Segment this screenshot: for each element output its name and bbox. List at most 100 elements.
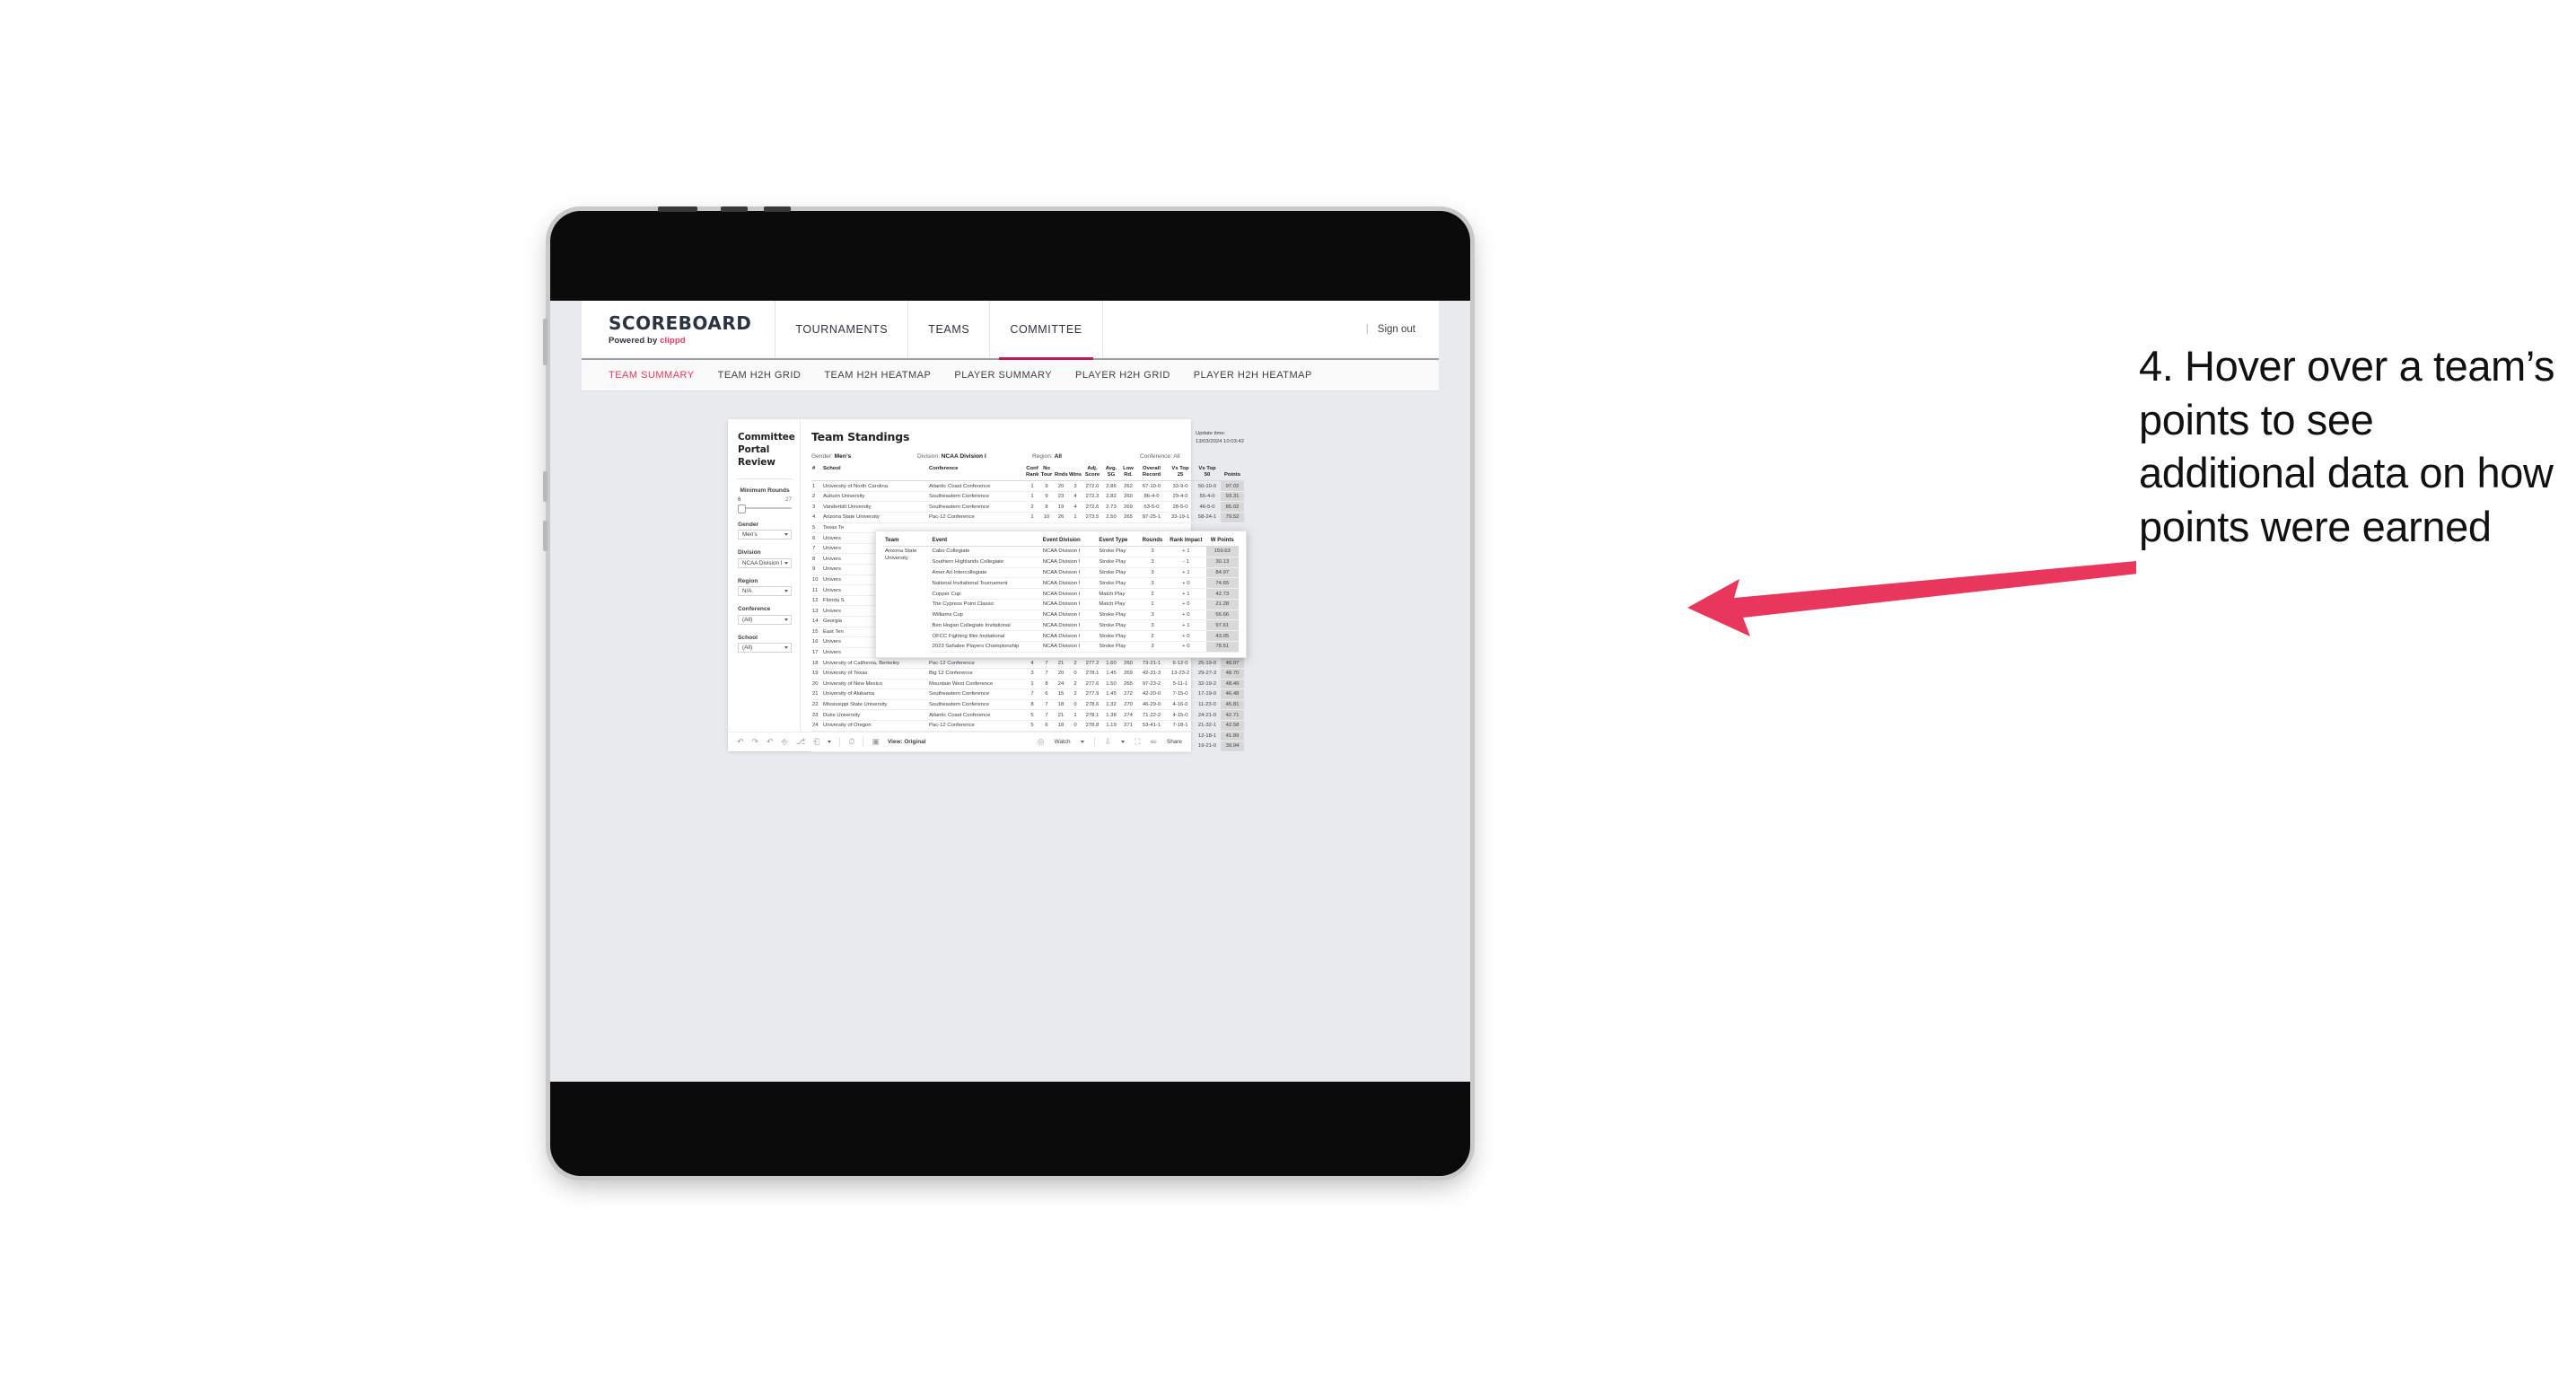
tab-team-h2h-heatmap[interactable]: TEAM H2H HEATMAP	[824, 370, 931, 381]
table-row[interactable]: 1 University of North Carolina Atlantic Co…	[811, 480, 1244, 492]
column-header-wins[interactable]: Wins	[1068, 465, 1082, 482]
filter-division-select[interactable]: NCAA Division I	[738, 557, 792, 568]
column-header-school[interactable]: School	[822, 465, 928, 482]
cell-t50: 46-5-0	[1194, 501, 1221, 513]
fullscreen-icon[interactable]: ⛶	[1135, 738, 1140, 746]
cell-pts[interactable]: 42.58	[1221, 720, 1244, 732]
table-row[interactable]: 19 University of Texas Big 12 Conference 3 7…	[811, 668, 1244, 680]
view-original-icon[interactable]: ▣	[872, 738, 880, 746]
minimum-rounds-slider[interactable]	[738, 504, 792, 513]
column-header-rnds[interactable]: Rnds	[1054, 465, 1068, 482]
chevron-down-icon[interactable]	[828, 741, 832, 743]
table-row[interactable]: 4 Arizona State University Pac-12 Conferen…	[811, 512, 1244, 523]
filter-region-value: N/A	[742, 588, 752, 595]
device-top-button-1	[658, 206, 697, 212]
filter-conference-select[interactable]: (All)	[738, 614, 792, 625]
nav-item-tournaments[interactable]: TOURNAMENTS	[775, 301, 909, 358]
filter-school: School (All)	[738, 635, 792, 654]
tooltip-cell-impact: + 0	[1166, 641, 1206, 653]
column-header-no-tour[interactable]: No Tour	[1039, 465, 1054, 482]
table-row[interactable]: 24 University of Oregon Pac-12 Conference 5…	[811, 720, 1244, 732]
tooltip-cell-type: Stroke Play	[1097, 577, 1139, 590]
watch-label[interactable]: Watch	[1055, 739, 1071, 745]
redo-icon[interactable]: ↷	[752, 738, 759, 746]
brand-logo[interactable]: SCOREBOARD Powered by clippd	[582, 301, 776, 358]
undo-icon[interactable]: ↶	[737, 738, 744, 746]
cell-pts[interactable]: 39.94	[1221, 741, 1244, 752]
sign-out-link[interactable]: Sign out	[1378, 324, 1415, 335]
column-header-adj-score[interactable]: Adj. Score	[1082, 465, 1102, 482]
table-row[interactable]: 20 University of New Mexico Mountain West …	[811, 679, 1244, 690]
cell-pts[interactable]: 85.02	[1221, 501, 1244, 513]
column-header-low-rd[interactable]: Low Rd.	[1120, 465, 1136, 482]
tab-player-h2h-heatmap[interactable]: PLAYER H2H HEATMAP	[1194, 370, 1312, 381]
minimum-rounds-values: 6 27	[738, 496, 792, 503]
sign-out-area[interactable]: | Sign out	[1343, 301, 1439, 358]
tooltip-cell-event: Southern Highlands Collegiate	[930, 557, 1041, 568]
tab-player-h2h-grid[interactable]: PLAYER H2H GRID	[1075, 370, 1170, 381]
table-row[interactable]: 21 University of Alabama Southeastern Conf…	[811, 689, 1244, 700]
table-row[interactable]: 3 Vanderbilt University Southeastern Confe…	[811, 501, 1244, 513]
nav-item-teams[interactable]: TEAMS	[908, 301, 991, 358]
cell-pts[interactable]: 48.70	[1221, 668, 1244, 680]
tooltip-cell-rounds: 3	[1138, 567, 1167, 579]
tab-team-h2h-grid[interactable]: TEAM H2H GRID	[718, 370, 802, 381]
table-row[interactable]: 23 Duke University Atlantic Coast Conferen…	[811, 709, 1244, 721]
view-original-label[interactable]: View: Original	[888, 739, 926, 745]
table-row[interactable]: 22 Mississippi State University Southeaste…	[811, 699, 1244, 711]
column-header-vs-top-50[interactable]: Vs Top 50	[1194, 465, 1221, 482]
tab-team-summary[interactable]: TEAM SUMMARY	[609, 370, 695, 381]
share-label[interactable]: Share	[1167, 739, 1182, 745]
sidebar-title-line2: Portal Review	[738, 443, 775, 468]
cell-t50: 12-18-1	[1194, 731, 1221, 742]
cell-sg: 1.32	[1102, 699, 1120, 711]
column-header-[interactable]: #	[811, 465, 822, 482]
device-side-button-volume-down	[543, 521, 548, 551]
history-clock-icon[interactable]: ⏱	[848, 738, 854, 746]
revert-icon[interactable]: ↶	[767, 738, 774, 746]
download-icon[interactable]: ⇩	[1105, 738, 1112, 746]
cell-rank: 20	[811, 679, 822, 690]
nav-item-committee[interactable]: COMMITTEE	[990, 301, 1103, 360]
cell-pts[interactable]: 46.48	[1221, 689, 1244, 700]
cell-cr: 2	[1025, 501, 1039, 513]
cell-pts[interactable]: 97.02	[1221, 480, 1244, 492]
column-header-points[interactable]: Points	[1221, 465, 1244, 482]
refresh-data-icon[interactable]: ⎆	[782, 738, 788, 746]
table-row[interactable]: 18 University of California, Berkeley Pac-…	[811, 657, 1244, 669]
undo-shape-icon[interactable]: ⎗	[813, 738, 819, 746]
brand-subtitle: Powered by clippd	[609, 336, 751, 346]
cell-pts[interactable]: 42.71	[1221, 709, 1244, 721]
cell-rank: 23	[811, 709, 822, 721]
pause-updates-icon[interactable]: ⎇	[796, 738, 805, 746]
tooltip-cell-wpoints: 74.65	[1205, 577, 1239, 590]
slider-handle[interactable]	[738, 504, 746, 513]
cell-adj: 277.9	[1082, 689, 1102, 700]
column-header-vs-top-25[interactable]: Vs Top 25	[1167, 465, 1194, 482]
cell-wins: 1	[1068, 709, 1082, 721]
cell-rnds: 24	[1054, 679, 1068, 690]
tablet-screen: SCOREBOARD Powered by clippd TOURNAMENTS…	[550, 301, 1470, 1082]
cell-pts[interactable]: 93.31	[1221, 491, 1244, 503]
column-header-overall-record[interactable]: Overall Record	[1136, 465, 1167, 482]
table-row[interactable]: 2 Auburn University Southeastern Conferenc…	[811, 491, 1244, 503]
chevron-down-icon[interactable]	[1121, 741, 1126, 743]
filter-region-select[interactable]: N/A	[738, 586, 792, 597]
cell-pts[interactable]: 79.52	[1221, 512, 1244, 523]
column-header-avg-sg[interactable]: Avg. SG	[1102, 465, 1120, 482]
column-header-conference[interactable]: Conference	[928, 465, 1025, 482]
cell-conf: Pac-12 Conference	[928, 720, 1025, 732]
column-header-conf-rank[interactable]: Conf Rank	[1025, 465, 1039, 482]
cell-pts[interactable]: 41.89	[1221, 731, 1244, 742]
cell-pts[interactable]: 48.49	[1221, 679, 1244, 690]
cell-pts[interactable]: 45.81	[1221, 699, 1244, 711]
cell-pts[interactable]: 49.07	[1221, 657, 1244, 669]
share-icon[interactable]: ⇚	[1150, 738, 1157, 746]
tab-player-summary[interactable]: PLAYER SUMMARY	[954, 370, 1052, 381]
filter-school-select[interactable]: (All)	[738, 643, 792, 654]
chevron-down-icon[interactable]	[1080, 741, 1084, 743]
filter-gender-select[interactable]: Men’s	[738, 530, 792, 540]
cell-nt: 8	[1039, 679, 1054, 690]
sub-tab-bar: TEAM SUMMARY TEAM H2H GRID TEAM H2H HEAT…	[582, 360, 1439, 391]
watch-icon[interactable]: ◎	[1038, 738, 1045, 746]
